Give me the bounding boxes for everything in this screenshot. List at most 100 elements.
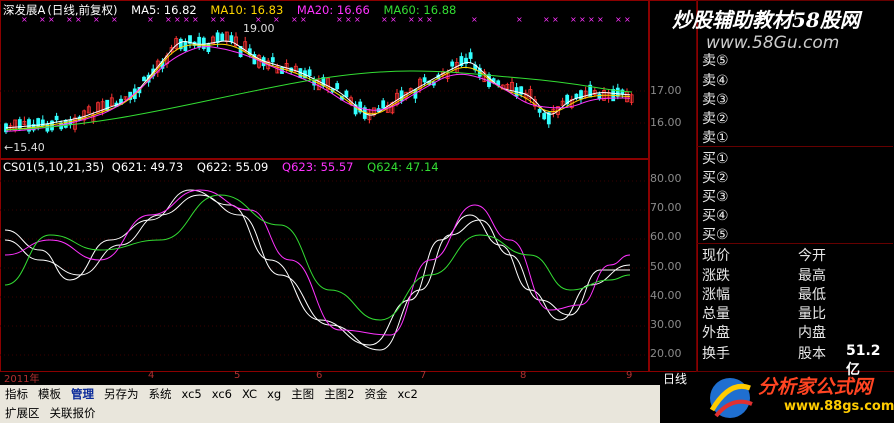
buy-4-label: 买④	[702, 208, 729, 224]
x-label: 9	[626, 370, 633, 381]
bottom-tab[interactable]: 关联报价	[45, 405, 101, 421]
main-ytick: 17.00	[650, 84, 682, 97]
x-label: 5	[234, 370, 241, 381]
candle-body	[105, 99, 110, 112]
signal-marker: ×	[426, 15, 433, 24]
signal-marker: ×	[570, 15, 577, 24]
toolbar-item[interactable]: 模板	[33, 386, 66, 402]
watermark-logo: 分析家公式网 www.88gs.com	[700, 368, 894, 423]
candle-body	[270, 57, 275, 63]
signal-marker: ×	[390, 15, 397, 24]
quote-price-label: 现价	[702, 248, 730, 264]
ma10-line	[5, 43, 631, 131]
signal-marker: ×	[597, 15, 604, 24]
toolbar-item[interactable]: 系统	[144, 386, 177, 402]
quote-divider	[697, 243, 893, 244]
quote-high-label: 最高	[798, 268, 826, 284]
signal-marker: ×	[588, 15, 595, 24]
order-book-divider	[697, 146, 893, 147]
signal-marker: ×	[21, 15, 28, 24]
ind-ytick: 80.00	[650, 172, 682, 185]
candle-body	[40, 119, 45, 127]
high-annotation: 19.00	[243, 22, 275, 35]
signal-marker: ×	[417, 15, 424, 24]
buy-1-label: 买①	[702, 151, 729, 167]
signal-marker: ×	[543, 15, 550, 24]
signal-marker: ×	[336, 15, 343, 24]
ind-ytick: 40.00	[650, 289, 682, 302]
signal-marker: ×	[66, 15, 73, 24]
signal-marker: ×	[471, 15, 478, 24]
signal-marker: ×	[174, 15, 181, 24]
ind-ytick: 30.00	[650, 318, 682, 331]
signal-marker: ×	[192, 15, 199, 24]
candle-body	[220, 33, 225, 42]
signal-marker: ×	[345, 15, 352, 24]
toolbar-item[interactable]: xg	[262, 387, 286, 401]
sell-5-label: 卖⑤	[702, 53, 729, 69]
logo-url: www.88gs.com	[784, 399, 894, 414]
q622-line	[4, 194, 630, 351]
toolbar-item[interactable]: 主图	[286, 386, 319, 402]
signal-marker: ×	[147, 15, 154, 24]
low-annotation: ←15.40	[4, 141, 45, 154]
signal-marker: ×	[48, 15, 55, 24]
x-label: 2011年	[4, 374, 40, 385]
toolbar-item[interactable]: XC	[237, 387, 262, 401]
signal-marker: ×	[624, 15, 631, 24]
signal-marker: ×	[516, 15, 523, 24]
candle-body	[142, 76, 146, 82]
buy-3-label: 买③	[702, 189, 729, 205]
toolbar-item[interactable]: 管理	[66, 386, 99, 402]
quote-ratio-label: 量比	[798, 306, 826, 322]
toolbar-item[interactable]: 资金	[360, 386, 393, 402]
toolbar-item[interactable]: 另存为	[99, 386, 144, 402]
x-label: 6	[316, 370, 323, 381]
ind-ytick: 20.00	[650, 347, 682, 360]
x-label: 4	[148, 370, 155, 381]
quote-capital-label: 股本	[798, 346, 826, 362]
main-ytick: 16.00	[650, 116, 682, 129]
toolbar-item[interactable]: xc6	[207, 387, 237, 401]
signal-marker: ×	[552, 15, 559, 24]
signal-marker: ×	[183, 15, 190, 24]
bottom-tab[interactable]: 扩展区	[0, 405, 45, 421]
toolbar-item[interactable]: 指标	[0, 386, 33, 402]
quote-volume-label: 总量	[702, 306, 730, 322]
signal-marker: ×	[579, 15, 586, 24]
quote-open-label: 今开	[798, 248, 826, 264]
candle-body	[450, 61, 455, 67]
ind-ytick: 50.00	[650, 260, 682, 273]
signal-marker: ×	[408, 15, 415, 24]
candle-body	[229, 35, 234, 43]
sell-3-label: 卖③	[702, 92, 729, 108]
toolbar-item[interactable]: 主图2	[319, 386, 359, 402]
buy-2-label: 买②	[702, 170, 729, 186]
signal-marker: ×	[165, 15, 172, 24]
period-label[interactable]: 日线	[663, 370, 687, 387]
right-axis-column	[648, 0, 698, 372]
signal-marker: ×	[300, 15, 307, 24]
signal-marker: ×	[615, 15, 622, 24]
signal-marker: ×	[93, 15, 100, 24]
quote-pct-label: 涨幅	[702, 287, 730, 303]
candle-body	[537, 108, 542, 113]
candle-body	[307, 69, 312, 76]
signal-marker: ×	[75, 15, 82, 24]
candle-body	[381, 100, 386, 109]
bottom-tabs: 扩展区 关联报价	[0, 403, 660, 423]
quote-inner-label: 内盘	[798, 325, 826, 341]
signal-marker: ×	[219, 15, 226, 24]
signal-marker: ×	[39, 15, 46, 24]
candle-body	[597, 93, 602, 100]
signal-marker: ×	[210, 15, 217, 24]
candle-body	[615, 87, 620, 97]
x-label: 7	[420, 370, 427, 381]
signal-marker: ×	[111, 15, 118, 24]
candle-body	[468, 52, 473, 59]
logo-icon	[709, 378, 753, 418]
toolbar-item[interactable]: xc5	[177, 387, 207, 401]
candle-body	[335, 83, 340, 90]
chart-canvas[interactable]: × × × × × × × × × × × × × × × × × × × × × × × × × × × × × × × × × × × ×	[0, 0, 648, 370]
toolbar-item[interactable]: xc2	[393, 387, 423, 401]
